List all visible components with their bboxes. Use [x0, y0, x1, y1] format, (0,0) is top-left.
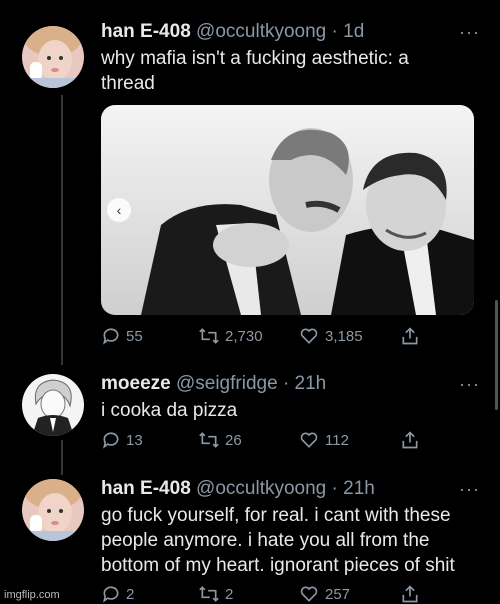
reply-count: 55: [126, 327, 143, 345]
like-button[interactable]: 112: [298, 430, 400, 450]
user-handle[interactable]: @seigfridge: [176, 373, 278, 394]
share-button[interactable]: [400, 430, 420, 450]
reply-button[interactable]: 2: [101, 584, 198, 604]
share-button[interactable]: [400, 584, 420, 604]
timestamp[interactable]: · 1d: [332, 21, 365, 42]
photo: [101, 105, 474, 315]
retweet-button[interactable]: 26: [198, 430, 298, 450]
tweet-text: why mafia isn't a fucking aesthetic: a t…: [101, 48, 409, 94]
retweet-count: 2,730: [225, 327, 263, 345]
reply-button[interactable]: 55: [101, 326, 198, 346]
tweet[interactable]: han E-408 @occultkyoong · 1d why mafia i…: [0, 0, 500, 360]
retweet-count: 26: [225, 431, 242, 449]
share-icon: [402, 431, 418, 449]
tweet-media-image[interactable]: ‹: [101, 105, 474, 315]
user-handle[interactable]: @occultkyoong: [196, 21, 326, 42]
display-name[interactable]: han E-408: [101, 21, 191, 42]
display-name[interactable]: moeeze: [101, 373, 171, 394]
avatar[interactable]: [22, 374, 84, 436]
display-name[interactable]: han E-408: [101, 478, 191, 499]
like-count: 257: [325, 585, 351, 603]
avatar[interactable]: [22, 26, 84, 88]
avatar[interactable]: [22, 479, 84, 541]
retweet-icon: [199, 586, 219, 602]
retweet-button[interactable]: 2: [198, 584, 298, 604]
reply-count: 13: [126, 431, 143, 449]
more-options-icon[interactable]: ···: [459, 479, 480, 500]
tweet-text: i cooka da pizza: [101, 400, 238, 421]
scrollbar[interactable]: [495, 300, 498, 410]
like-count: 3,185: [325, 327, 363, 345]
tweet[interactable]: han E-408 @occultkyoong · 21h go fuck yo…: [0, 465, 500, 604]
share-icon: [402, 585, 418, 603]
share-button[interactable]: [400, 326, 420, 346]
tweet-header: han E-408 @occultkyoong · 1d: [101, 20, 482, 44]
watermark: imgflip.com: [4, 589, 60, 601]
timestamp[interactable]: · 21h: [332, 478, 375, 499]
retweet-icon: [199, 328, 219, 344]
user-handle[interactable]: @occultkyoong: [196, 478, 326, 499]
retweet-count: 2: [225, 585, 234, 603]
chevron-left-icon[interactable]: ‹: [107, 198, 131, 222]
heart-icon: [300, 432, 318, 448]
timestamp[interactable]: · 21h: [283, 373, 326, 394]
reply-icon: [103, 328, 119, 345]
like-count: 112: [325, 431, 349, 449]
avatar-image: [22, 479, 84, 541]
more-options-icon[interactable]: ···: [459, 374, 480, 395]
tweet-header: han E-408 @occultkyoong · 21h: [101, 477, 482, 501]
heart-icon: [300, 586, 318, 602]
reply-icon: [103, 432, 119, 449]
more-options-icon[interactable]: ···: [459, 22, 480, 43]
retweet-button[interactable]: 2,730: [198, 326, 298, 346]
retweet-icon: [199, 432, 219, 448]
tweet[interactable]: moeeze @seigfridge · 21h i cooka da pizz…: [0, 360, 500, 465]
reply-count: 2: [126, 585, 135, 603]
like-button[interactable]: 257: [298, 584, 400, 604]
avatar-image: [22, 26, 84, 88]
tweet-header: moeeze @seigfridge · 21h: [101, 372, 482, 396]
share-icon: [402, 327, 418, 345]
like-button[interactable]: 3,185: [298, 326, 400, 346]
reply-icon: [103, 586, 119, 603]
reply-button[interactable]: 13: [101, 430, 198, 450]
avatar-image: [22, 374, 84, 436]
tweet-text: go fuck yourself, for real. i cant with …: [101, 505, 455, 576]
heart-icon: [300, 328, 318, 344]
